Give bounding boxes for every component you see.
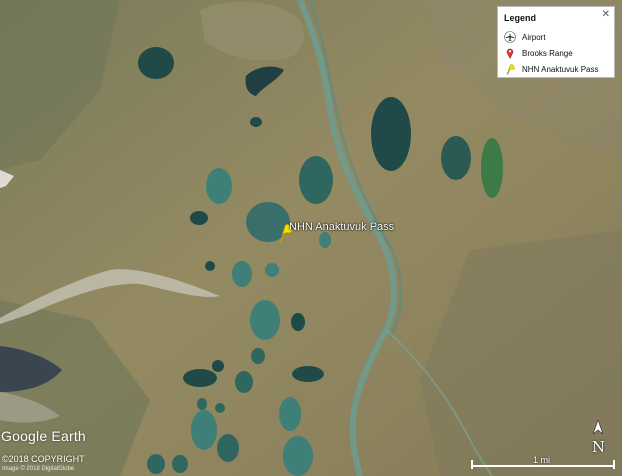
- legend-title: Legend: [504, 13, 537, 23]
- legend-item-label: NHN Anaktuvuk Pass: [522, 64, 599, 74]
- lake: [147, 454, 165, 474]
- lake: [250, 300, 280, 340]
- scale-tick: [613, 460, 615, 469]
- yellow-pushpin-icon: [506, 64, 515, 75]
- scale-bar: 1 mi: [471, 455, 615, 474]
- legend-item-nhn-anaktuvuk-pass[interactable]: NHN Anaktuvuk Pass: [504, 63, 598, 75]
- lake: [299, 156, 333, 204]
- compass-label: N: [592, 438, 606, 456]
- lake: [232, 261, 252, 287]
- north-arrow-icon: [593, 420, 603, 435]
- lake: [191, 410, 217, 450]
- lake: [172, 455, 188, 473]
- lake: [138, 47, 174, 79]
- imagery-credit: Image © 2018 DigitalGlobe: [2, 466, 75, 472]
- lake: [371, 97, 411, 171]
- scale-line: [471, 465, 615, 467]
- lake: [197, 398, 207, 410]
- lake: [217, 434, 239, 462]
- lake: [212, 360, 224, 372]
- satellite-map[interactable]: Legend ✕ Airport Brooks Range NHN Anaktu…: [0, 0, 622, 476]
- lake: [251, 348, 265, 364]
- lake: [250, 117, 262, 127]
- lake: [283, 436, 313, 476]
- lake: [215, 403, 225, 413]
- google-earth-logo: Google Earth: [1, 428, 86, 444]
- legend-item-brooks-range[interactable]: Brooks Range: [504, 47, 573, 59]
- scale-tick: [471, 460, 473, 469]
- airplane-icon: [504, 31, 516, 43]
- lake: [205, 261, 215, 271]
- lake: [279, 397, 301, 431]
- lake: [183, 369, 217, 387]
- lake: [206, 168, 232, 204]
- north-compass[interactable]: N: [587, 420, 609, 460]
- legend-item-airport[interactable]: Airport: [504, 31, 546, 43]
- legend-panel: Legend ✕ Airport Brooks Range NHN Anaktu…: [497, 6, 615, 78]
- lake: [265, 263, 279, 277]
- scale-label: 1 mi: [533, 455, 551, 465]
- legend-item-label: Airport: [522, 32, 546, 42]
- lake: [291, 313, 305, 331]
- copyright-notice: ©2018 COPYRIGHT: [2, 454, 85, 464]
- lake: [235, 371, 253, 393]
- close-icon[interactable]: ✕: [602, 10, 610, 20]
- lake: [292, 366, 324, 382]
- lake: [319, 232, 331, 248]
- lake: [441, 136, 471, 180]
- lake: [481, 138, 503, 198]
- map-pin-icon: [506, 48, 514, 59]
- lake: [190, 211, 208, 225]
- legend-item-label: Brooks Range: [522, 48, 573, 58]
- placemark-label[interactable]: NHN Anaktuvuk Pass: [289, 221, 394, 233]
